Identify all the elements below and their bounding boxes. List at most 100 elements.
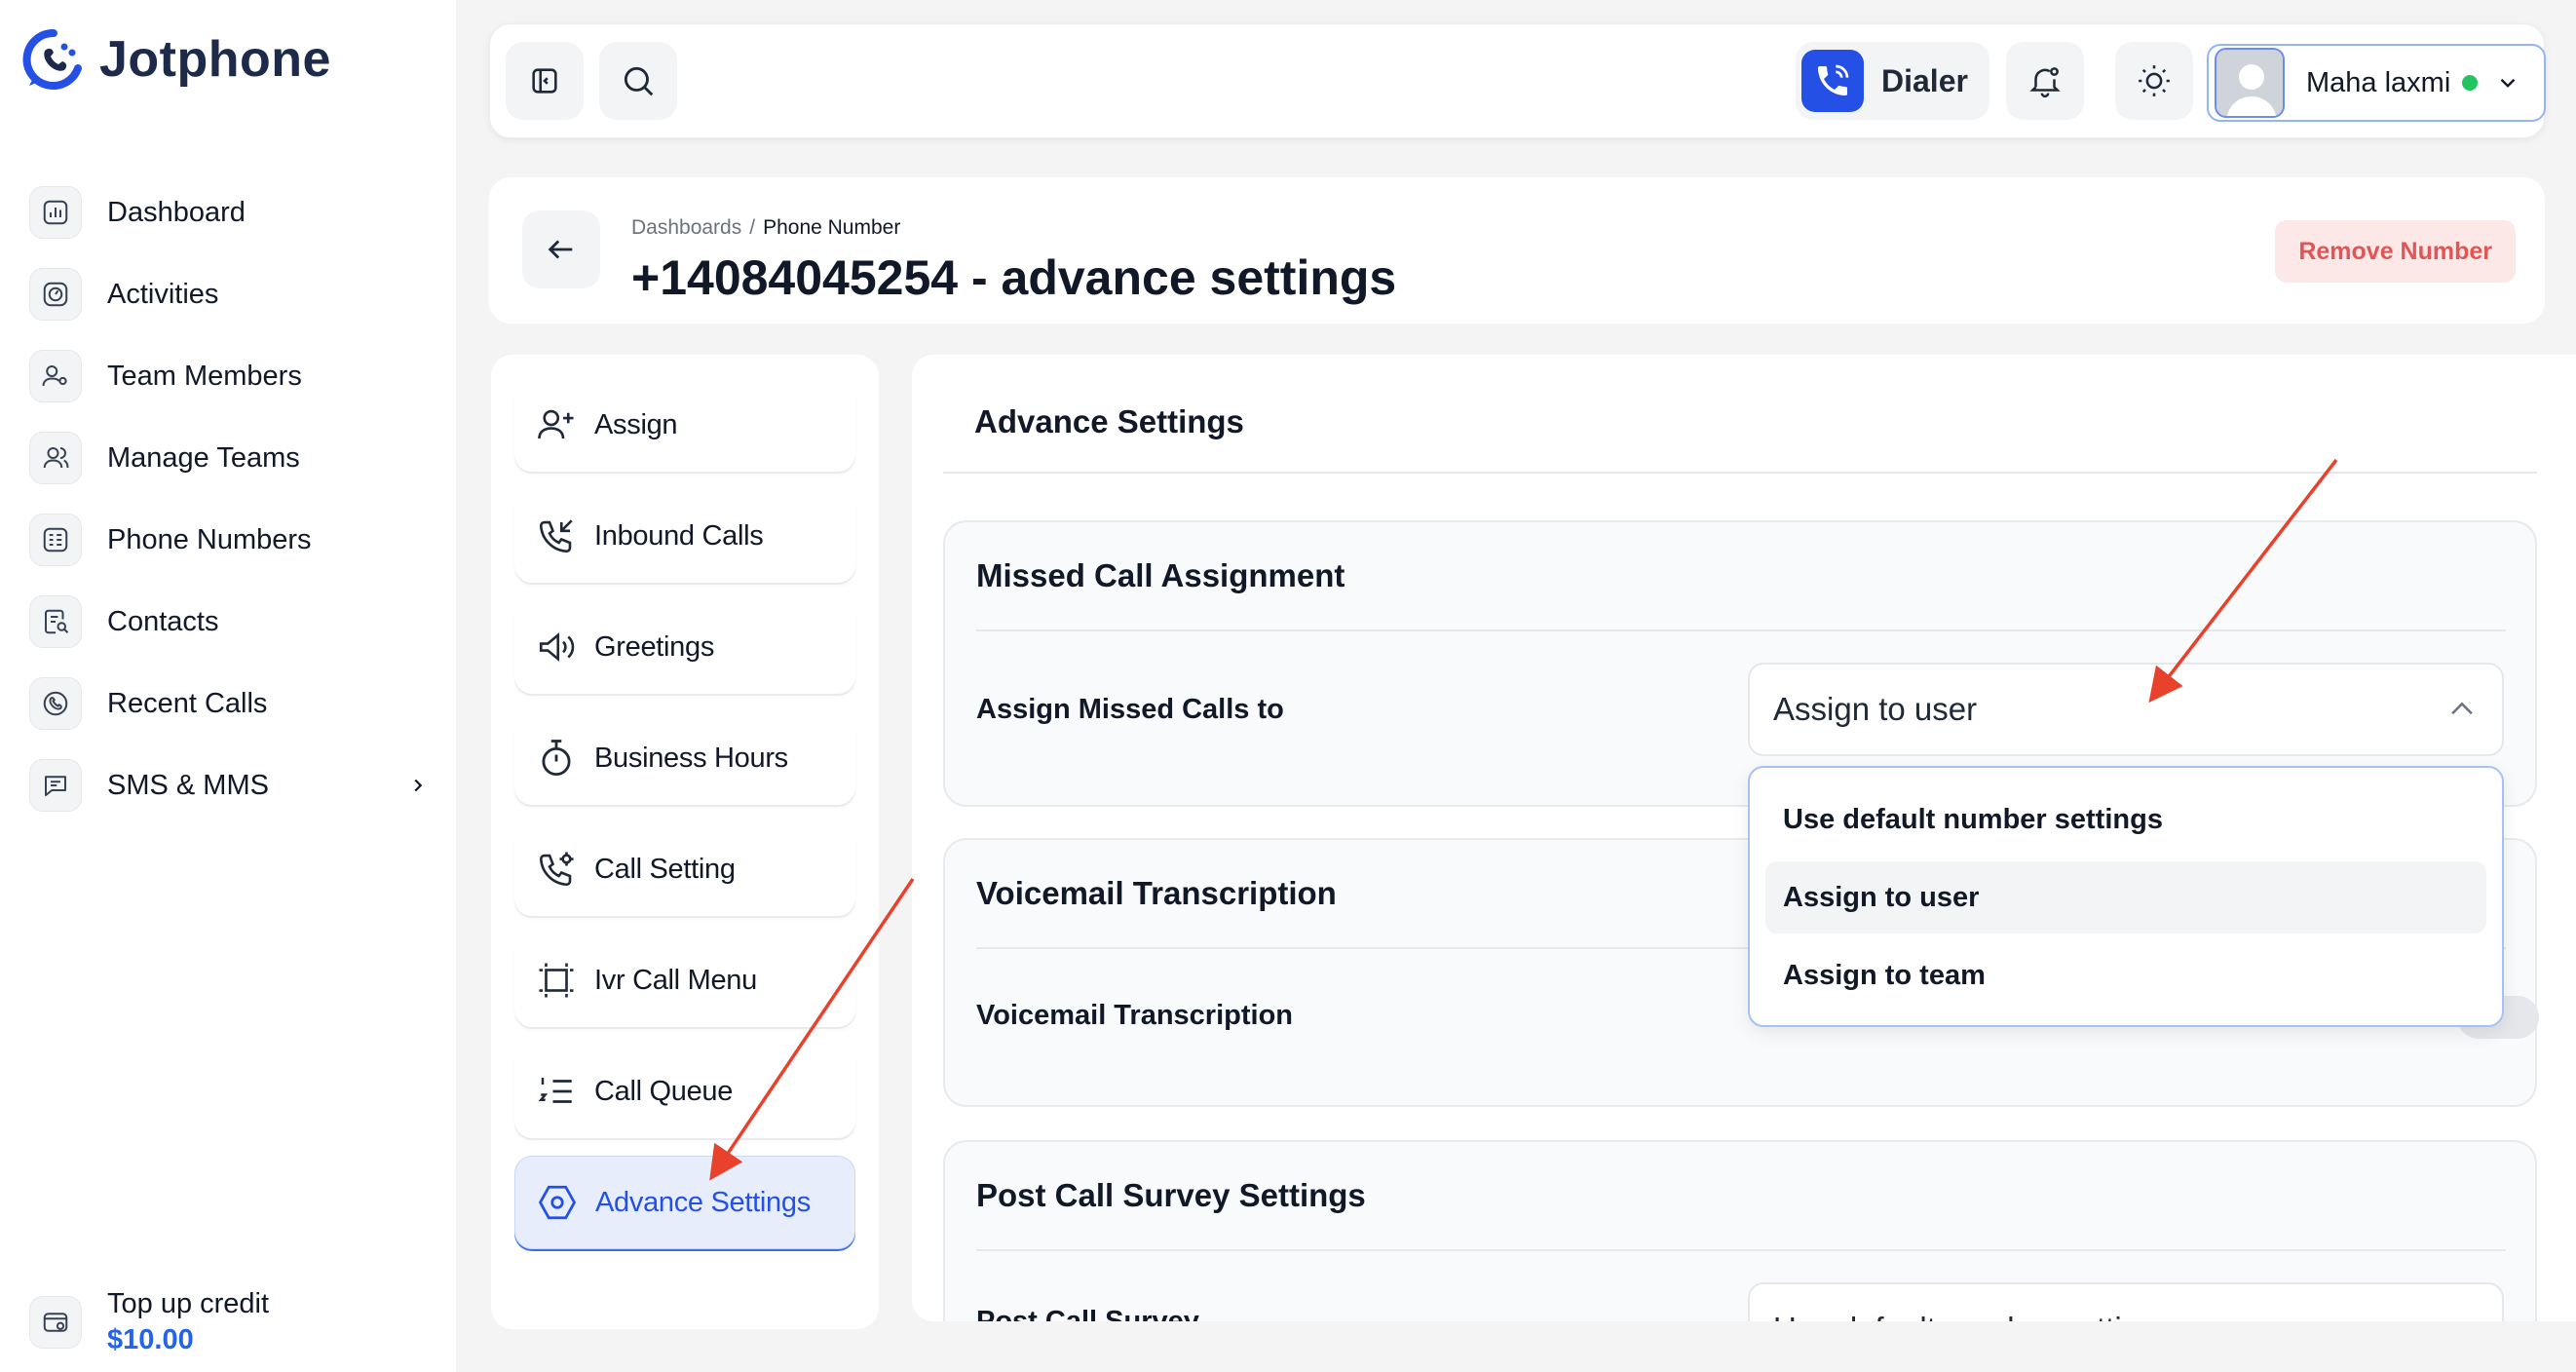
app-name: Jotphone — [99, 31, 331, 88]
user-settings-icon — [29, 350, 82, 402]
submenu-label: Call Queue — [594, 1075, 734, 1107]
sidebar-item-phone-numbers[interactable]: Phone Numbers — [29, 499, 429, 581]
sidebar-item-sms-mms[interactable]: SMS & MMS — [29, 744, 429, 826]
message-icon — [29, 759, 82, 812]
phone-gear-icon — [536, 849, 577, 890]
submenu-label: Advance Settings — [595, 1186, 811, 1218]
search-button[interactable] — [599, 42, 677, 120]
sidebar-item-label: Dashboard — [107, 196, 246, 228]
sidebar-item-label: Team Members — [107, 360, 302, 392]
post-call-survey-select[interactable]: Use default number settings — [1748, 1282, 2504, 1321]
submenu-label: Business Hours — [594, 742, 788, 774]
page-title: +14084045254 - advance settings — [631, 250, 1397, 305]
arrow-left-icon — [545, 233, 578, 266]
phone-incoming-icon — [536, 515, 577, 556]
back-button[interactable] — [522, 210, 600, 288]
contacts-icon — [29, 595, 82, 648]
notifications-button[interactable] — [2006, 42, 2084, 120]
submenu-item-inbound-calls[interactable]: Inbound Calls — [514, 489, 855, 583]
sidebar-item-team-members[interactable]: Team Members — [29, 335, 429, 417]
missed-call-section: Missed Call Assignment Assign Missed Cal… — [943, 520, 2537, 807]
bell-icon — [2027, 62, 2064, 99]
divider — [976, 1249, 2506, 1251]
hexagon-settings-icon — [537, 1182, 578, 1223]
users-icon — [29, 432, 82, 484]
theme-toggle-button[interactable] — [2115, 42, 2193, 120]
sidebar-item-label: Contacts — [107, 605, 219, 637]
panel-title: Advance Settings — [974, 403, 1244, 439]
divider — [976, 629, 2506, 631]
chart-icon — [29, 186, 82, 239]
breadcrumb-phone-number: Phone Number — [763, 216, 901, 239]
chevron-down-icon — [2495, 70, 2520, 95]
wallet-icon — [29, 1296, 82, 1349]
submenu-label: Inbound Calls — [594, 519, 764, 552]
sidebar: Jotphone Dashboard Activities Team Membe… — [0, 0, 456, 1372]
page-header: Dashboards / Phone Number +14084045254 -… — [489, 177, 2545, 324]
submenu-item-business-hours[interactable]: Business Hours — [514, 711, 855, 805]
select-value: Use default number settings — [1773, 1311, 2479, 1321]
field-label: Assign Missed Calls to — [976, 694, 1284, 725]
sidebar-item-dashboard[interactable]: Dashboard — [29, 172, 429, 253]
submenu-label: Ivr Call Menu — [594, 964, 757, 996]
missed-call-assign-dropdown: Use default number settings Assign to us… — [1748, 766, 2504, 1027]
megaphone-icon — [536, 627, 577, 667]
dialer-label: Dialer — [1881, 62, 1968, 98]
phone-list-icon — [29, 514, 82, 566]
topup-amount: $10.00 — [107, 1324, 194, 1355]
submenu-item-assign[interactable]: Assign — [514, 378, 855, 472]
sidebar-item-contacts[interactable]: Contacts — [29, 581, 429, 663]
toggle-sidebar-button[interactable] — [506, 42, 584, 120]
submenu-item-call-queue[interactable]: Call Queue — [514, 1045, 855, 1138]
chevron-up-icon — [2445, 693, 2479, 726]
divider — [943, 472, 2537, 474]
sidebar-item-activities[interactable]: Activities — [29, 253, 429, 335]
sun-icon — [2136, 62, 2173, 99]
search-icon — [620, 62, 657, 99]
submenu-item-advance-settings[interactable]: Advance Settings — [514, 1156, 855, 1249]
user-name: Maha laxmi — [2306, 66, 2451, 98]
jotphone-logo-icon — [21, 27, 86, 92]
sidebar-item-label: Recent Calls — [107, 687, 268, 719]
phone-clock-icon — [29, 677, 82, 730]
option-assign-to-team[interactable]: Assign to team — [1765, 939, 2486, 1011]
select-value: Assign to user — [1773, 691, 1978, 727]
app-logo[interactable]: Jotphone — [21, 27, 331, 92]
field-label: Voicemail Transcription — [976, 1000, 1294, 1031]
breadcrumb-separator: / — [749, 216, 756, 239]
sidebar-item-label: Phone Numbers — [107, 523, 312, 555]
phone-icon — [1801, 50, 1864, 112]
user-plus-icon — [536, 404, 577, 445]
online-status-indicator — [2462, 75, 2479, 91]
sidebar-item-label: Activities — [107, 278, 219, 310]
activity-icon — [29, 268, 82, 321]
topup-credit[interactable]: Top up credit $10.00 — [29, 1288, 269, 1356]
section-title: Voicemail Transcription — [976, 875, 1337, 911]
sidebar-item-manage-teams[interactable]: Manage Teams — [29, 417, 429, 499]
breadcrumb: Dashboards / Phone Number — [631, 216, 900, 240]
section-title: Post Call Survey Settings — [976, 1177, 1366, 1213]
dialer-button[interactable]: Dialer — [1796, 42, 1989, 120]
option-assign-to-user[interactable]: Assign to user — [1765, 861, 2486, 934]
submenu-label: Assign — [594, 408, 678, 440]
section-title: Missed Call Assignment — [976, 557, 1345, 593]
topup-label: Top up credit — [107, 1288, 270, 1319]
settings-submenu: Assign Inbound Calls Greetings Business … — [491, 355, 879, 1329]
sidebar-item-recent-calls[interactable]: Recent Calls — [29, 663, 429, 744]
sidebar-item-label: SMS & MMS — [107, 769, 269, 801]
sidebar-nav: Dashboard Activities Team Members Manage… — [29, 172, 429, 826]
sidebar-item-label: Manage Teams — [107, 441, 300, 474]
submenu-item-greetings[interactable]: Greetings — [514, 600, 855, 694]
avatar — [2215, 48, 2285, 118]
missed-call-assign-select[interactable]: Assign to user — [1748, 663, 2504, 756]
sidebar-collapse-icon — [528, 64, 561, 97]
breadcrumb-dashboards[interactable]: Dashboards — [631, 216, 741, 240]
submenu-label: Call Setting — [594, 853, 736, 885]
user-menu-button[interactable]: Maha laxmi — [2207, 44, 2546, 122]
submenu-item-call-setting[interactable]: Call Setting — [514, 822, 855, 916]
option-use-default[interactable]: Use default number settings — [1765, 783, 2486, 856]
remove-number-button[interactable]: Remove Number — [2275, 220, 2516, 283]
submenu-label: Greetings — [594, 630, 715, 663]
submenu-item-ivr-call-menu[interactable]: Ivr Call Menu — [514, 934, 855, 1027]
field-label: Post Call Survey — [976, 1306, 1199, 1321]
